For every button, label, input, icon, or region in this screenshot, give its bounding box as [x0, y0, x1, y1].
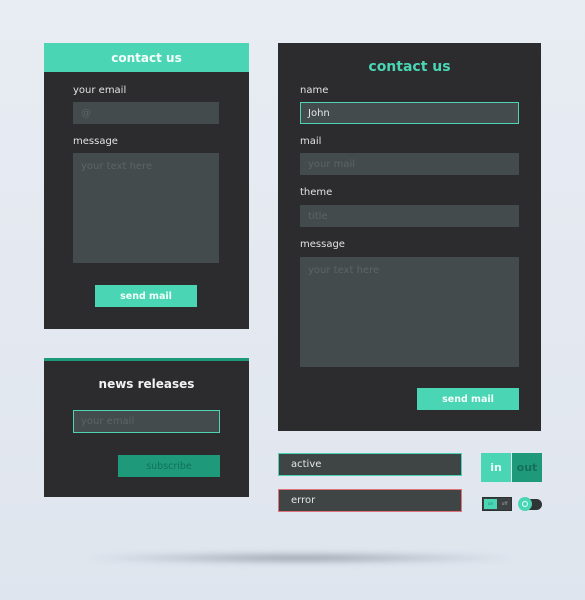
- name-label: name: [300, 85, 329, 96]
- email-placeholder: @: [81, 107, 91, 119]
- newsletter-panel: news releases your email subscribe: [44, 358, 249, 497]
- theme-input[interactable]: title: [300, 205, 519, 227]
- name-input[interactable]: John: [300, 102, 519, 124]
- theme-label: theme: [300, 187, 333, 198]
- switch-knob[interactable]: [518, 497, 532, 511]
- newsletter-title: news releases: [98, 377, 195, 391]
- theme-placeholder: title: [308, 210, 328, 222]
- email-input[interactable]: @: [73, 102, 219, 124]
- contact-form-small: contact us your email @ message your tex…: [44, 43, 249, 329]
- send-mail-button-large[interactable]: send mail: [417, 388, 519, 410]
- contact-form-large: contact us name John mail your mail them…: [278, 43, 541, 431]
- subscribe-button[interactable]: subscribe: [118, 455, 220, 477]
- message-placeholder-large: your text here: [308, 265, 380, 276]
- message-label: message: [73, 136, 118, 147]
- email-label: your email: [73, 85, 127, 96]
- message-textarea[interactable]: your text here: [73, 153, 219, 263]
- on-off-toggle[interactable]: on off: [482, 497, 512, 511]
- contact-form-title: contact us: [368, 59, 451, 75]
- contact-form-header: contact us: [44, 43, 249, 72]
- active-state-field[interactable]: active: [278, 453, 462, 476]
- mail-placeholder: your mail: [308, 158, 356, 170]
- floor-shadow: [90, 552, 510, 564]
- name-value: John: [308, 107, 330, 119]
- toggle-off-option[interactable]: off: [498, 498, 511, 510]
- error-state-field[interactable]: error: [278, 489, 462, 512]
- error-state-value: error: [291, 495, 316, 506]
- mail-input[interactable]: your mail: [300, 153, 519, 175]
- newsletter-email-input[interactable]: your email: [73, 410, 220, 433]
- active-state-value: active: [291, 459, 322, 470]
- toggle-on-option[interactable]: on: [484, 499, 497, 509]
- newsletter-email-placeholder: your email: [81, 416, 135, 427]
- circle-icon: [522, 501, 528, 507]
- segment-out[interactable]: out: [512, 453, 542, 482]
- toggle-switch[interactable]: [518, 497, 542, 511]
- message-placeholder: your text here: [81, 161, 153, 172]
- mail-label: mail: [300, 136, 322, 147]
- message-label-large: message: [300, 239, 345, 250]
- send-mail-button[interactable]: send mail: [95, 285, 197, 307]
- message-textarea-large[interactable]: your text here: [300, 257, 519, 367]
- segment-in[interactable]: in: [481, 453, 511, 482]
